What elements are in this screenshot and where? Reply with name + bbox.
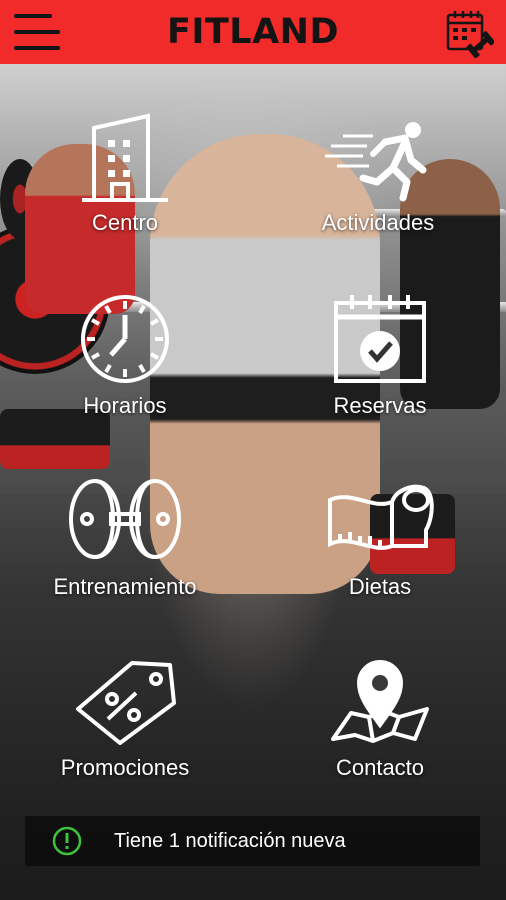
map-pin-icon — [331, 660, 429, 743]
menu-item-label: Contacto — [335, 755, 425, 780]
menu-item-promociones[interactable]: Promociones — [30, 657, 220, 807]
menu-item-label: Horarios — [83, 393, 167, 418]
menu-item-label: Promociones — [60, 755, 190, 780]
measuring-tape-icon — [328, 484, 434, 550]
menu-item-reservas[interactable]: Reservas — [285, 293, 475, 443]
running-person-icon — [325, 122, 427, 202]
menu-item-label: Centro — [91, 210, 159, 235]
menu-item-horarios[interactable]: Horarios — [30, 293, 220, 443]
app-header: FITLAND — [0, 0, 506, 64]
menu-item-contacto[interactable]: Contacto — [285, 655, 475, 805]
menu-item-label: Actividades — [321, 210, 435, 235]
menu-item-label: Entrenamiento — [53, 574, 197, 599]
clock-icon — [81, 295, 169, 383]
exclamation-circle-icon — [52, 826, 82, 856]
discount-tag-icon — [76, 661, 176, 745]
menu-item-label: Reservas — [333, 393, 427, 418]
menu-item-centro[interactable]: Centro — [30, 112, 220, 262]
notification-toast[interactable]: Tiene 1 notificación nueva — [25, 816, 480, 866]
menu-item-label: Dietas — [348, 574, 412, 599]
menu-item-entrenamiento[interactable]: Entrenamiento — [30, 476, 220, 626]
calendar-check-icon — [334, 295, 426, 383]
app-title: FITLAND — [166, 12, 340, 52]
building-icon — [82, 113, 168, 202]
menu-item-dietas[interactable]: Dietas — [285, 476, 475, 626]
calendar-dumbbell-icon[interactable] — [444, 8, 496, 59]
menu-item-actividades[interactable]: Actividades — [283, 112, 473, 262]
notification-text: Tiene 1 notificación nueva — [114, 830, 346, 852]
dumbbell-icon — [69, 479, 181, 559]
